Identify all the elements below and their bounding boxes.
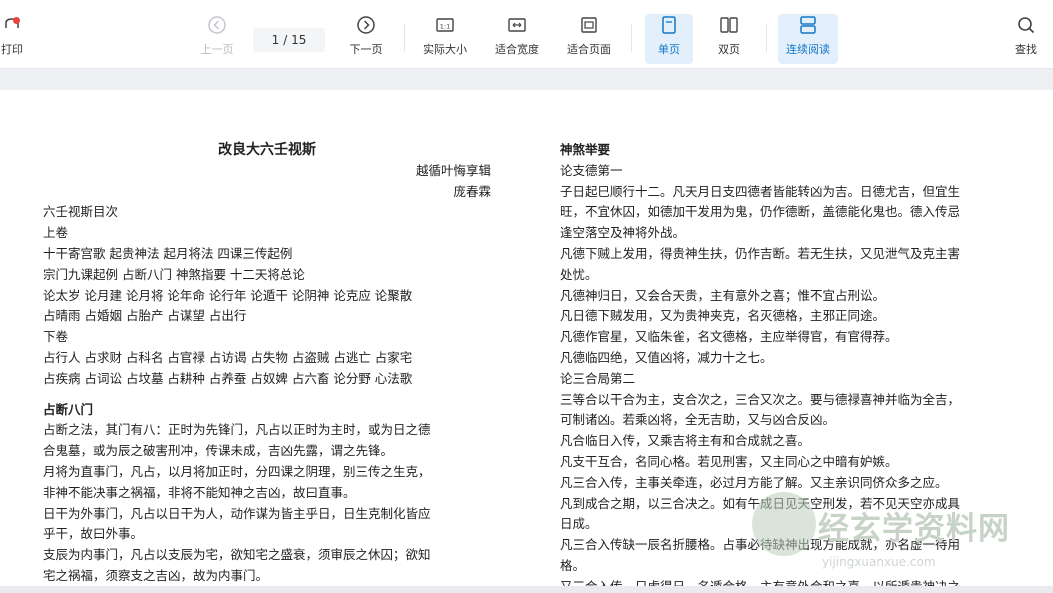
watermark-logo xyxy=(752,492,816,556)
print-label: 打印 xyxy=(1,43,23,56)
section-heading: 神煞举要 xyxy=(560,142,611,157)
body-line: 占断之法，其门有八：正时为先锋门，凡占以正时为主时，或为日之德 xyxy=(43,422,431,438)
svg-text:1:1: 1:1 xyxy=(440,23,450,31)
continuous-reading-label: 连续阅读 xyxy=(786,43,830,56)
next-page-label: 下一页 xyxy=(349,43,383,56)
double-page-label: 双页 xyxy=(718,43,740,56)
continuous-scroll-icon xyxy=(797,14,819,36)
total-pages: / 15 xyxy=(283,33,307,47)
body-line: 月将为直事门，凡占，以月将加正时，分四课之阴理，别三传之生克， xyxy=(43,463,431,479)
arrow-left-circle-icon xyxy=(206,14,228,36)
printer-icon xyxy=(1,14,23,36)
watermark-url: yijingxuanxue.com xyxy=(822,555,936,569)
body-line: 非神不能决事之祸福，非将不能知神之吉凶，故曰直事。 xyxy=(43,484,356,500)
body-line: 乎干，故曰外事。 xyxy=(43,526,144,542)
fit-page-label: 适合页面 xyxy=(567,43,611,56)
section-heading: 占断八门 xyxy=(43,401,94,417)
bottom-scroll-area xyxy=(0,586,1053,593)
notification-dot xyxy=(13,17,20,24)
fit-width-button[interactable]: 适合宽度 xyxy=(490,14,544,64)
body-line: 凡合临日入传，又乘吉将主有和合成就之喜。 xyxy=(560,433,811,449)
body-line: 旺，不宜休囚，如德加干发用为鬼，仍作德断，盖德能化鬼也。德入传忌 xyxy=(560,204,961,220)
body-line: 三等合以干合为主，支合次之，三合又次之。要与德禄喜神并临为全吉， xyxy=(560,391,961,407)
actual-size-icon: 1:1 xyxy=(434,14,456,36)
next-page-button[interactable]: 下一页 xyxy=(345,14,387,64)
body-line: 凡德临四绝，又值凶将，减力十之七。 xyxy=(560,349,773,365)
left-column: 改良大六壬视斯 越循叶悔享辑 庞春霖 六壬视斯目次 上卷 十干寄宫歌 起贵神法 … xyxy=(43,140,491,587)
toolbar-divider xyxy=(631,24,632,52)
actual-size-button[interactable]: 1:1 实际大小 xyxy=(418,14,472,64)
arrow-right-circle-icon xyxy=(355,14,377,36)
search-button[interactable]: 查找 xyxy=(1006,14,1046,64)
toc-line: 十干寄宫歌 起贵神法 起月将法 四课三传起例 xyxy=(43,245,293,261)
toc-line: 占疾病 占词讼 占坟墓 占耕种 占养蚕 占奴婢 占六畜 论分野 心法歌 xyxy=(43,370,413,386)
body-line: 格。 xyxy=(560,557,586,573)
body-line: 凡支干互合，名同心格。若见刑害，又主同心之中暗有妒嫉。 xyxy=(560,453,898,469)
single-page-icon xyxy=(658,14,680,36)
toolbar-divider xyxy=(404,24,405,52)
document-title: 改良大六壬视斯 xyxy=(218,142,316,158)
body-line: 合鬼墓，或为辰之破害刑冲，传课未成，吉凶先露，谓之先锋。 xyxy=(43,443,394,459)
body-line: 凡德神归日，又会合天贵，主有意外之喜；惟不宜占刑讼。 xyxy=(560,287,886,303)
prev-page-label: 上一页 xyxy=(200,43,234,56)
search-label: 查找 xyxy=(1015,43,1037,56)
body-line: 凡德下贼上发用，得贵神生扶，仍作吉断。若无生扶，又见泄气及克主害 xyxy=(560,245,961,261)
body-line: 逢空落空及神将外战。 xyxy=(560,225,686,241)
toc-line: 占行人 占求财 占科名 占官禄 占访谒 占失物 占盗贼 占逃亡 占家宅 xyxy=(43,349,413,365)
toc-line: 宗门九课起例 占断八门 神煞指要 十二天将总论 xyxy=(43,266,305,282)
viewer-toolbar: 打印 上一页 1 / 15 下一页 1:1 实际大小 适合宽度 适合页面 单页 … xyxy=(0,0,1053,69)
body-line: 日干为外事门，凡占以日干为人，动作谋为皆主乎日，日生克制化皆应 xyxy=(43,505,431,521)
body-line: 凡日德下贼发用，又为贵神夹克，名灭德格，主邪正同途。 xyxy=(560,308,886,324)
author-line: 庞春霖 xyxy=(453,183,491,199)
subsection-heading: 论支德第一 xyxy=(560,162,623,178)
search-icon xyxy=(1015,14,1037,36)
watermark-text: 经玄学资料网 xyxy=(818,511,1010,547)
single-page-label: 单页 xyxy=(658,43,680,56)
author-line: 越循叶悔享辑 xyxy=(415,162,491,178)
toolbar-divider xyxy=(766,24,767,52)
body-line: 可制诸凶。若乘凶将，全无吉助，又与凶合反凶。 xyxy=(560,412,836,428)
fit-width-icon xyxy=(506,14,528,36)
continuous-reading-button[interactable]: 连续阅读 xyxy=(778,14,838,64)
page-number-input[interactable]: 1 / 15 xyxy=(253,28,325,52)
toc-line: 论太岁 论月建 论月将 论年命 论行年 论遁干 论阴神 论克应 论聚散 xyxy=(43,287,413,303)
body-line: 宅之祸福，须察支之吉凶，故为内事门。 xyxy=(43,567,269,583)
single-page-button[interactable]: 单页 xyxy=(645,14,693,64)
double-page-button[interactable]: 双页 xyxy=(707,14,751,64)
fit-page-button[interactable]: 适合页面 xyxy=(562,14,616,64)
subsection-heading: 论三合局第二 xyxy=(560,370,636,386)
fit-page-icon xyxy=(578,14,600,36)
body-line: 支辰为内事门，凡占以支辰为宅，欲知宅之盛衰，须审辰之休囚；欲知 xyxy=(43,547,431,563)
toc-line: 六壬视斯目次 xyxy=(43,204,119,220)
fit-width-label: 适合宽度 xyxy=(495,43,539,56)
body-line: 凡德作官星，又临朱雀，名文德格，主应举得官，有官得荐。 xyxy=(560,329,898,345)
prev-page-button[interactable]: 上一页 xyxy=(196,14,238,64)
actual-size-label: 实际大小 xyxy=(423,43,467,56)
body-line: 子日起巳顺行十二。凡天月日支四德者皆能转凶为吉。日德尤吉，但宜生 xyxy=(560,183,961,199)
toc-line: 占晴雨 占婚姻 占胎产 占谋望 占出行 xyxy=(43,308,247,324)
current-page: 1 xyxy=(271,33,280,47)
toc-line: 下卷 xyxy=(43,329,69,345)
double-page-icon xyxy=(718,14,740,36)
body-line: 凡三合入传，主事关牵连，必过月方能了解。又主亲识同侪众多之应。 xyxy=(560,474,948,490)
toc-line: 上卷 xyxy=(43,225,69,241)
body-line: 处忧。 xyxy=(560,266,598,282)
